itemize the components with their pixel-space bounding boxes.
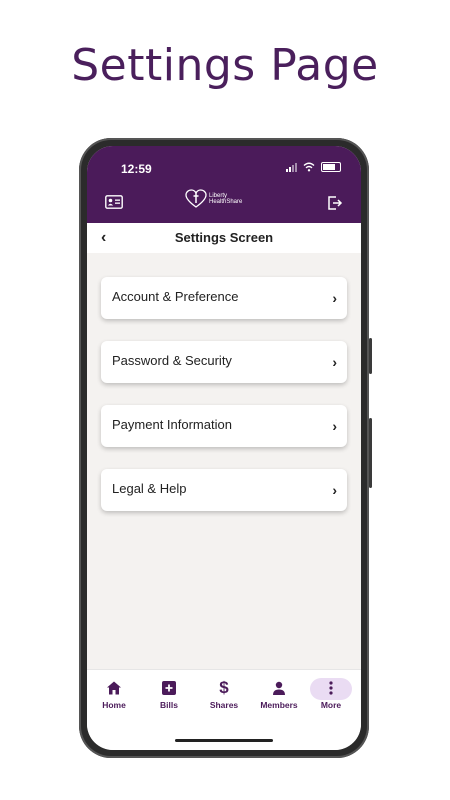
menu-item-label: Password & Security	[112, 353, 232, 368]
nav-label: Shares	[209, 700, 239, 710]
member-card-icon[interactable]	[105, 195, 123, 209]
screen-title: Settings Screen	[174, 230, 274, 245]
phone-screen: 12:59 Liberty HealthShare ‹ Settings Scr…	[87, 146, 361, 750]
brand-line2: HealthShare	[209, 199, 243, 205]
menu-item-label: Account & Preference	[112, 289, 239, 304]
signal-icon	[286, 162, 297, 172]
person-icon	[273, 681, 285, 695]
nav-label: More	[320, 700, 342, 710]
status-icons	[286, 162, 341, 172]
app-top-bar: 12:59 Liberty HealthShare	[87, 146, 361, 223]
nav-item-more[interactable]: More	[305, 678, 357, 710]
logout-icon[interactable]	[327, 195, 343, 211]
menu-item-legal-help[interactable]: Legal & Help ›	[101, 469, 347, 511]
chevron-right-icon: ›	[332, 354, 337, 370]
battery-icon	[321, 162, 341, 172]
volume-button	[369, 338, 372, 374]
plus-square-icon	[162, 681, 176, 695]
menu-item-label: Payment Information	[112, 417, 232, 432]
nav-item-bills[interactable]: Bills	[143, 678, 195, 710]
nav-item-shares[interactable]: $ Shares	[198, 678, 250, 710]
chevron-right-icon: ›	[332, 290, 337, 306]
nav-item-members[interactable]: Members	[253, 678, 305, 710]
dollar-icon: $	[219, 678, 229, 697]
screen-header: ‹ Settings Screen	[87, 223, 361, 253]
nav-label: Home	[102, 700, 126, 710]
power-button	[369, 418, 372, 488]
bottom-nav: Home Bills $ Shares Members More	[87, 669, 361, 750]
page-title: Settings Page	[71, 40, 379, 91]
liberty-healthshare-logo: Liberty HealthShare	[185, 189, 242, 209]
phone-frame: 12:59 Liberty HealthShare ‹ Settings Scr…	[79, 138, 372, 758]
chevron-right-icon: ›	[332, 482, 337, 498]
heart-logo-icon	[185, 189, 207, 208]
nav-label: Bills	[160, 700, 178, 710]
nav-item-home[interactable]: Home	[88, 678, 140, 710]
status-time: 12:59	[121, 162, 152, 176]
chevron-right-icon: ›	[332, 418, 337, 434]
menu-item-label: Legal & Help	[112, 481, 187, 496]
menu-item-account-preference[interactable]: Account & Preference ›	[101, 277, 347, 319]
wifi-icon	[303, 162, 315, 172]
home-indicator	[175, 739, 273, 742]
home-icon	[107, 681, 121, 695]
settings-menu: Account & Preference › Password & Securi…	[101, 277, 347, 533]
menu-item-payment-information[interactable]: Payment Information ›	[101, 405, 347, 447]
nav-label: Members	[260, 700, 298, 710]
more-vertical-icon	[329, 681, 333, 695]
menu-item-password-security[interactable]: Password & Security ›	[101, 341, 347, 383]
